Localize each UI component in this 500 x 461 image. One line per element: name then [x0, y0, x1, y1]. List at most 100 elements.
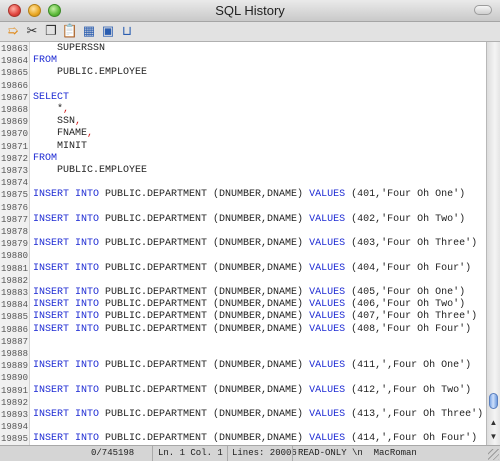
code-line[interactable]: 19891 INSERT INTO PUBLIC.DEPARTMENT (DNUM… [0, 385, 486, 397]
code-line[interactable]: 19895 INSERT INTO PUBLIC.DEPARTMENT (DNUM… [0, 433, 486, 445]
code-line[interactable]: 19869 SSN, [0, 116, 486, 128]
scroll-down-arrow-icon[interactable]: ▼ [487, 431, 500, 443]
line-number: 19872 [1, 153, 29, 164]
sql-keyword: VALUES [309, 189, 346, 201]
line-number: 19873 [1, 166, 29, 176]
code-line[interactable]: 19874 [0, 177, 486, 189]
code-line[interactable]: 19887 [0, 336, 486, 348]
run-icon: ➯ [7, 23, 19, 38]
code-line[interactable]: 19866 [0, 80, 486, 92]
code-line[interactable]: 19884 INSERT INTO PUBLIC.DEPARTMENT (DNUM… [0, 299, 486, 311]
code-line[interactable]: 19878 [0, 226, 486, 238]
code-line[interactable]: 19865 PUBLIC.EMPLOYEE [0, 67, 486, 79]
code-text: PUBLIC.EMPLOYEE [33, 165, 147, 177]
code-line[interactable]: 19877 INSERT INTO PUBLIC.DEPARTMENT (DNUM… [0, 214, 486, 226]
code-line[interactable]: 19879 INSERT INTO PUBLIC.DEPARTMENT (DNUM… [0, 238, 486, 250]
line-number: 19870 [1, 129, 29, 140]
code-line[interactable]: 19876 [0, 202, 486, 214]
code-line[interactable]: 19870 FNAME, [0, 128, 486, 140]
sql-punctuation: , [63, 104, 70, 115]
code-line[interactable]: 19885 INSERT INTO PUBLIC.DEPARTMENT (DNUM… [0, 311, 486, 323]
line-number: 19886 [1, 324, 29, 335]
code-line[interactable]: 19890 [0, 372, 486, 384]
line-number: 19871 [1, 141, 29, 152]
code-text: INSERT INTO PUBLIC.DEPARTMENT (DNUMBER,D… [33, 299, 465, 311]
sql-text: PUBLIC.DEPARTMENT (DNUMBER,DNAME) [99, 323, 310, 335]
toolbar-button-format[interactable]: ▦ [81, 23, 97, 39]
sql-text: PUBLIC.EMPLOYEE [33, 67, 148, 79]
sql-text: (407,'Four Oh Three') [345, 311, 478, 323]
code-line[interactable]: 19893 INSERT INTO PUBLIC.DEPARTMENT (DNUM… [0, 409, 486, 421]
sql-text: (411,',Four Oh One') [345, 360, 472, 372]
sql-keyword: VALUES [309, 311, 346, 323]
sql-text: (403,'Four Oh Three') [345, 238, 478, 250]
sql-keyword: VALUES [309, 384, 346, 396]
sql-keyword: VALUES [309, 409, 346, 420]
line-number: 19863 [1, 44, 29, 54]
toolbar-button-clear[interactable]: ▣ [100, 23, 116, 39]
code-line[interactable]: 19875 INSERT INTO PUBLIC.DEPARTMENT (DNUM… [0, 189, 486, 201]
status-position: 0/745198 [91, 448, 135, 458]
sql-text: FNAME [33, 128, 88, 140]
line-number: 19874 [1, 178, 29, 189]
code-text: SUPERSSN [33, 43, 105, 55]
resize-grip-icon[interactable] [488, 449, 499, 460]
sql-keyword: VALUES [309, 360, 346, 372]
code-text: INSERT INTO PUBLIC.DEPARTMENT (DNUMBER,D… [33, 360, 471, 372]
toolbar-toggle-button[interactable] [474, 5, 492, 15]
sql-text: PUBLIC.DEPARTMENT (DNUMBER,DNAME) [99, 287, 310, 298]
code-line[interactable]: 19868 *, [0, 104, 486, 116]
code-line[interactable]: 19871 MINIT [0, 141, 486, 153]
toolbar-button-run[interactable]: ➯ [5, 23, 21, 39]
scroll-up-arrow-icon[interactable]: ▲ [487, 417, 500, 429]
toolbar-button-cut[interactable]: ✂ [24, 23, 40, 39]
toolbar-button-recall[interactable]: ⊔ [119, 23, 135, 39]
line-number: 19880 [1, 251, 29, 262]
code-line[interactable]: 19882 [0, 275, 486, 287]
code-line[interactable]: 19888 [0, 348, 486, 360]
sql-keyword: INSERT INTO [33, 433, 100, 445]
code-text: INSERT INTO PUBLIC.DEPARTMENT (DNUMBER,D… [33, 287, 465, 299]
sql-text: (405,'Four Oh One') [345, 287, 466, 298]
line-number: 19866 [1, 80, 29, 91]
code-line[interactable]: 19883 INSERT INTO PUBLIC.DEPARTMENT (DNUM… [0, 287, 486, 299]
line-number: 19883 [1, 288, 29, 298]
code-line[interactable]: 19864 FROM [0, 55, 486, 67]
line-number: 19882 [1, 275, 29, 286]
toolbar-button-paste[interactable]: 📋 [62, 23, 78, 39]
title-bar[interactable]: SQL History [0, 0, 500, 22]
code-line[interactable]: 19872 FROM [0, 153, 486, 165]
sql-punctuation: , [75, 116, 82, 128]
copy-icon: ❐ [45, 23, 57, 38]
code-line[interactable]: 19881 INSERT INTO PUBLIC.DEPARTMENT (DNUM… [0, 263, 486, 275]
sql-keyword: INSERT INTO [33, 299, 100, 311]
vertical-scrollbar[interactable]: ▲ ▼ [486, 42, 500, 445]
code-line[interactable]: 19880 [0, 250, 486, 262]
sql-text: PUBLIC.DEPARTMENT (DNUMBER,DNAME) [99, 311, 310, 323]
sql-keyword: INSERT INTO [33, 323, 100, 335]
code-line[interactable]: 19863 SUPERSSN [0, 43, 486, 55]
sql-keyword: INSERT INTO [33, 360, 100, 372]
sql-keyword: VALUES [309, 262, 346, 274]
code-text: SSN, [33, 116, 81, 128]
line-number: 19881 [1, 263, 29, 274]
sql-text: (406,'Four Oh Two') [345, 299, 466, 311]
code-text: MINIT [33, 141, 87, 153]
code-line[interactable]: 19892 [0, 397, 486, 409]
code-line[interactable]: 19894 [0, 421, 486, 433]
toolbar-button-copy[interactable]: ❐ [43, 23, 59, 39]
code-line[interactable]: 19867 SELECT [0, 92, 486, 104]
code-text: INSERT INTO PUBLIC.DEPARTMENT (DNUMBER,D… [33, 324, 471, 336]
sql-text: PUBLIC.DEPARTMENT (DNUMBER,DNAME) [99, 299, 310, 311]
code-line[interactable]: 19873 PUBLIC.EMPLOYEE [0, 165, 486, 177]
window-title: SQL History [215, 3, 285, 18]
code-line[interactable]: 19886 INSERT INTO PUBLIC.DEPARTMENT (DNUM… [0, 324, 486, 336]
status-cursor: Ln. 1 Col. 1 [158, 448, 223, 458]
sql-text: (401,'Four Oh One') [345, 189, 466, 201]
sql-keyword: INSERT INTO [33, 262, 100, 274]
scrollbar-thumb[interactable] [489, 393, 498, 409]
sql-history-editor[interactable]: 19863 SUPERSSN 19864 FROM 19865 PUBLIC.EMPL… [0, 42, 500, 445]
line-number: 19878 [1, 227, 29, 237]
code-line[interactable]: 19889 INSERT INTO PUBLIC.DEPARTMENT (DNUM… [0, 360, 486, 372]
sql-keyword: INSERT INTO [33, 384, 100, 396]
